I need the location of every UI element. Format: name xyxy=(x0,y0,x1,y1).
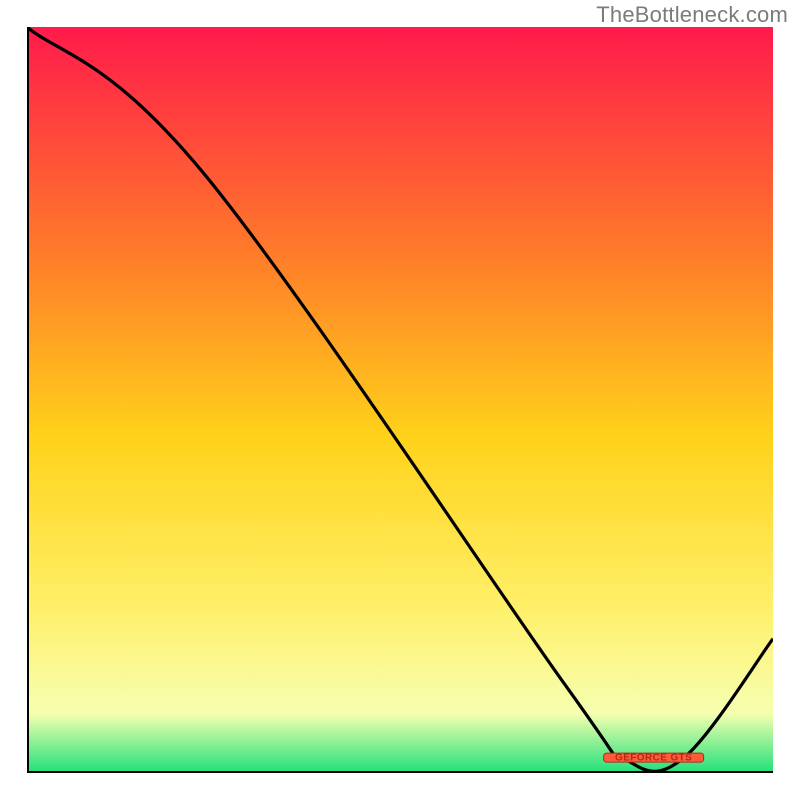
attribution-text: TheBottleneck.com xyxy=(596,2,788,28)
chart-background-gradient xyxy=(27,27,773,773)
bottleneck-chart: GEFORCE GTS xyxy=(27,27,773,773)
marker-label: GEFORCE GTS xyxy=(615,752,692,763)
